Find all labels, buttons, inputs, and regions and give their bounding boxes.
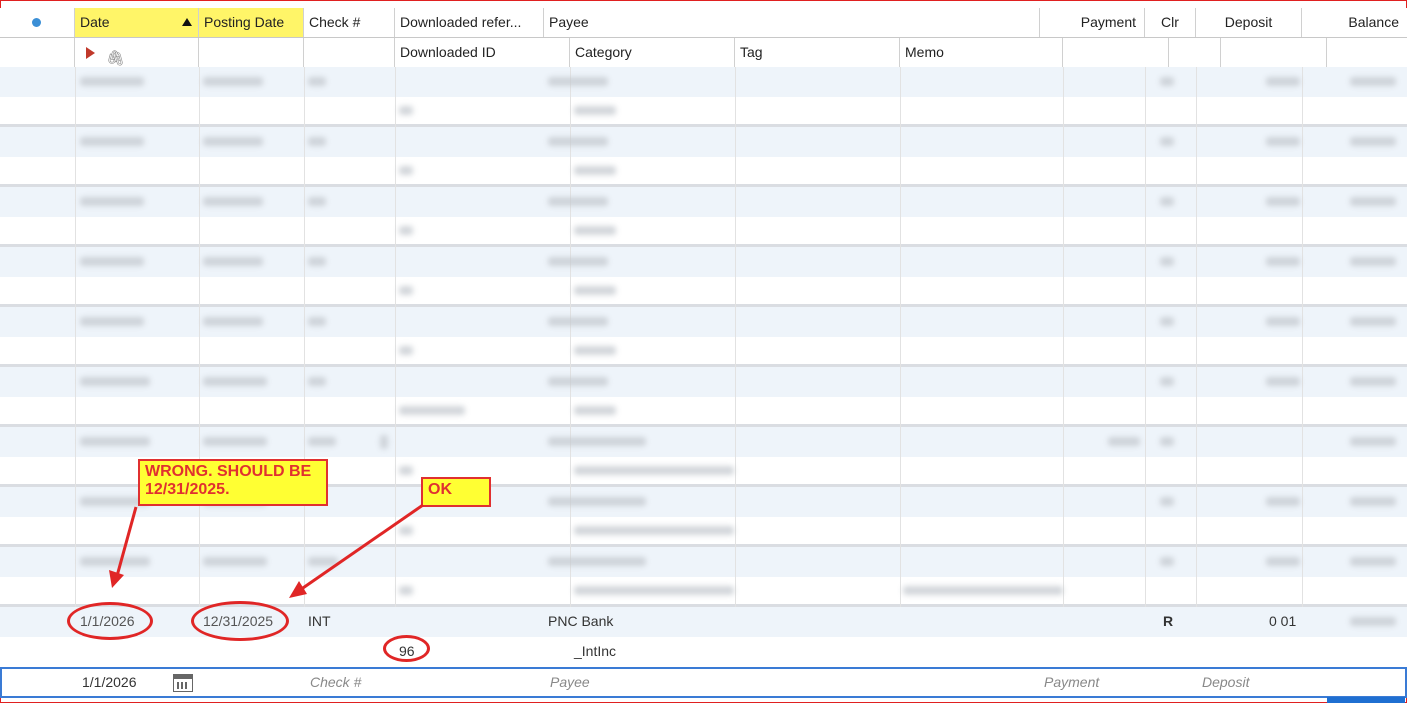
column-header-memo[interactable]: Memo	[900, 38, 1063, 67]
column-header-posting-date[interactable]: Posting Date	[199, 8, 304, 37]
entry-payee-field[interactable]: Payee	[550, 674, 590, 690]
header-spacer	[1327, 38, 1407, 67]
transaction-cleared-status[interactable]: R	[1163, 613, 1173, 629]
column-header-date[interactable]: Date	[75, 8, 199, 37]
annotation-circle-posting-date	[191, 601, 289, 641]
column-header-tag[interactable]: Tag	[735, 38, 900, 67]
header-spacer	[304, 38, 395, 67]
status-column-header[interactable]	[0, 8, 75, 37]
flag-icon[interactable]	[86, 47, 95, 59]
transaction-category[interactable]: _IntInc	[574, 643, 616, 659]
annotation-circle-date	[67, 602, 153, 640]
transaction-payee[interactable]: PNC Bank	[548, 613, 613, 629]
header-spacer	[1169, 38, 1221, 67]
flag-attachment-header: 🖇	[75, 38, 199, 67]
transaction-balance-redacted	[1350, 617, 1396, 626]
register-header-row-2: 🖇 Downloaded ID Category Tag Memo	[0, 38, 1407, 69]
status-dot-icon	[32, 18, 41, 27]
entry-payment-field[interactable]: Payment	[1044, 674, 1099, 690]
column-header-deposit[interactable]: Deposit	[1196, 8, 1302, 37]
header-spacer	[1063, 38, 1169, 67]
column-header-payment[interactable]: Payment	[1040, 8, 1145, 37]
register-header-row-1: Date Posting Date Check # Downloaded ref…	[0, 8, 1407, 38]
sort-ascending-icon	[182, 18, 192, 26]
column-header-downloaded-reference[interactable]: Downloaded refer...	[395, 8, 544, 37]
scrollbar-thumb[interactable]	[1327, 697, 1405, 703]
wrong-date-callout: WRONG. SHOULD BE 12/31/2025.	[138, 459, 328, 506]
calendar-icon[interactable]	[173, 674, 193, 692]
column-header-check-number[interactable]: Check #	[304, 8, 395, 37]
column-header-downloaded-id[interactable]: Downloaded ID	[395, 38, 570, 67]
paperclip-icon[interactable]: 🖇	[106, 44, 125, 67]
column-header-payee[interactable]: Payee	[544, 8, 1040, 37]
column-header-cleared[interactable]: Clr	[1145, 8, 1196, 37]
column-header-category[interactable]: Category	[570, 38, 735, 67]
new-transaction-entry-row	[0, 667, 1407, 698]
header-spacer	[1221, 38, 1327, 67]
transaction-check-number[interactable]: INT	[308, 613, 331, 629]
entry-check-number-field[interactable]: Check #	[310, 674, 361, 690]
column-header-balance[interactable]: Balance	[1302, 8, 1407, 37]
ok-callout: OK	[421, 477, 491, 507]
header-spacer	[0, 38, 75, 67]
transaction-deposit[interactable]: 0 01	[1269, 613, 1296, 629]
annotation-circle-downloaded-id	[383, 635, 430, 662]
entry-deposit-field[interactable]: Deposit	[1202, 674, 1249, 690]
header-spacer	[199, 38, 304, 67]
entry-date-field[interactable]: 1/1/2026	[82, 674, 137, 690]
